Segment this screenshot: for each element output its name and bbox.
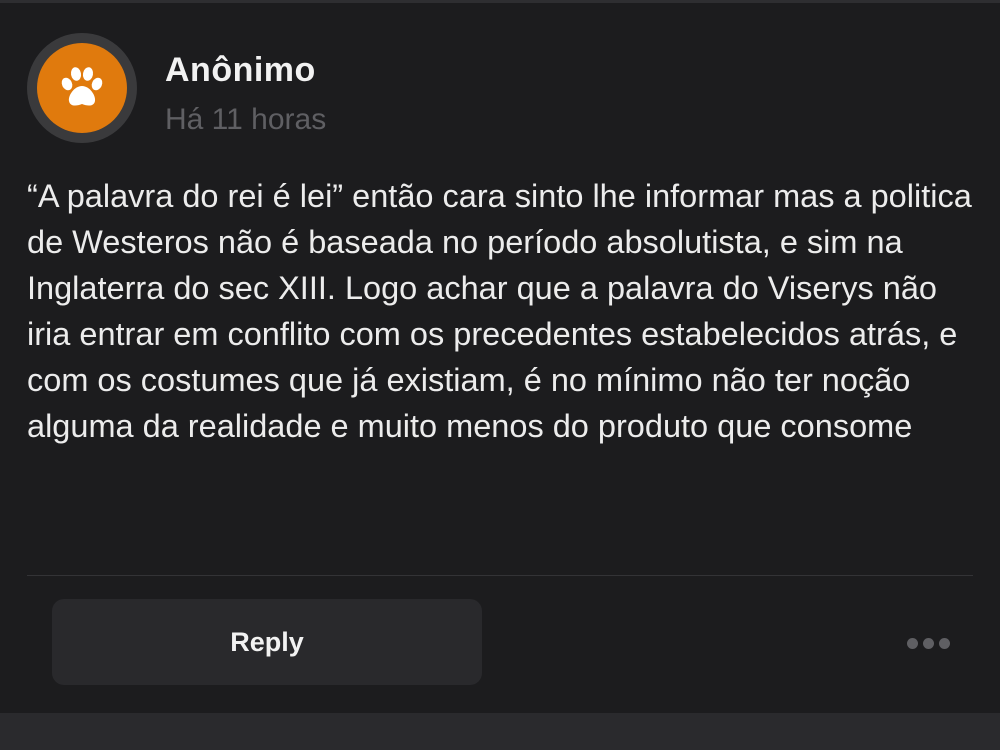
more-dot: [922, 637, 934, 649]
paw-icon: [61, 67, 103, 106]
comment-body: “A palavra do rei é lei” então cara sint…: [27, 178, 972, 444]
bottom-separator: [0, 713, 1000, 750]
avatar-circle: [37, 43, 127, 133]
more-dot: [938, 637, 950, 649]
reply-button[interactable]: Reply: [52, 599, 482, 685]
post-timestamp: Há 11 horas: [165, 103, 327, 136]
author-name: Anônimo: [165, 51, 316, 89]
more-dot: [906, 637, 918, 649]
more-options-button[interactable]: [900, 628, 956, 658]
divider: [27, 575, 973, 576]
avatar[interactable]: [27, 33, 137, 143]
